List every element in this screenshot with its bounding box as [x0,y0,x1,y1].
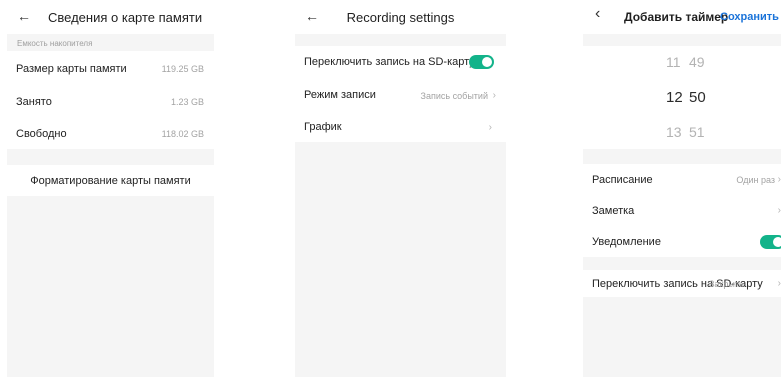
schedule-value: Один раз [736,175,775,185]
recording-mode-value: Запись событий [420,91,488,101]
hour-option[interactable]: 13 [666,124,682,140]
add-timer-screen: ‹ Добавить таймер Сохранить 11 49 12 50 … [583,0,781,377]
save-button[interactable]: Сохранить [720,11,779,23]
divider [7,149,214,165]
sd-recording-label: Переключить запись на SD-карту [304,56,475,68]
page-title: Recording settings [346,10,455,25]
divider [583,149,781,164]
format-card-label: Форматирование карты памяти [30,175,191,187]
divider [295,34,506,46]
section-header: Емкость накопителя [7,34,214,51]
empty-area [7,196,214,377]
used-value: 1.23 GB [170,97,204,107]
chevron-right-icon: › [492,90,496,101]
header: ‹ Добавить таймер Сохранить [583,0,781,34]
note-label: Заметка [592,205,635,217]
schedule-label: Расписание [592,174,653,186]
minute-option[interactable]: 49 [689,54,705,70]
section-caption: Емкость накопителя [17,39,93,48]
free-value: 118.02 GB [161,129,204,139]
list-item: Свободно 118.02 GB [7,117,214,149]
used-label: Занято [16,96,52,108]
chevron-right-icon: › [488,122,492,133]
card-size-label: Размер карты памяти [16,63,127,75]
empty-area [295,142,506,377]
schedule-row[interactable]: График › [295,110,506,142]
header: ← Recording settings [295,0,506,34]
minute-option[interactable]: 51 [689,124,705,140]
format-card-button[interactable]: Форматирование карты памяти [7,165,214,196]
note-row[interactable]: Заметка › [583,195,781,226]
empty-area [583,297,781,377]
chevron-right-icon: › [777,174,781,185]
header: ← Сведения о карте памяти [7,0,214,34]
sd-recording-row[interactable]: Переключить запись на SD-карту Закрыть › [583,270,781,297]
list-item: Занято 1.23 GB [7,85,214,117]
schedule-label: График [304,121,342,133]
card-size-value: 119.25 GB [161,64,204,74]
page-title: Добавить таймер [624,10,729,24]
chevron-left-icon[interactable]: ‹ [595,6,600,22]
selected-minute[interactable]: 50 [689,89,706,106]
time-picker[interactable]: 11 49 12 50 13 51 [583,46,781,149]
recording-mode-label: Режим записи [304,89,376,101]
arrow-left-icon[interactable]: ← [17,9,31,23]
sd-recording-toggle-row: Переключить запись на SD-карту [295,46,506,78]
notification-label: Уведомление [592,236,661,248]
divider [583,257,781,270]
divider [583,34,781,46]
notification-toggle[interactable] [760,235,781,249]
selected-hour[interactable]: 12 [666,89,683,106]
notification-row: Уведомление [583,226,781,257]
memory-card-info-screen: ← Сведения о карте памяти Емкость накопи… [7,0,214,377]
list-item: Размер карты памяти 119.25 GB [7,51,214,85]
schedule-row[interactable]: Расписание Один раз › [583,164,781,195]
chevron-right-icon: › [777,205,781,216]
recording-settings-screen: ← Recording settings Переключить запись … [295,0,506,377]
chevron-right-icon: › [777,278,781,289]
hour-option[interactable]: 11 [666,54,681,70]
sd-recording-toggle[interactable] [469,55,494,69]
page-title: Сведения о карте памяти [48,10,203,25]
free-label: Свободно [16,128,67,140]
sd-recording-value: Закрыть [709,279,744,289]
recording-mode-row[interactable]: Режим записи Запись событий › [295,78,506,110]
